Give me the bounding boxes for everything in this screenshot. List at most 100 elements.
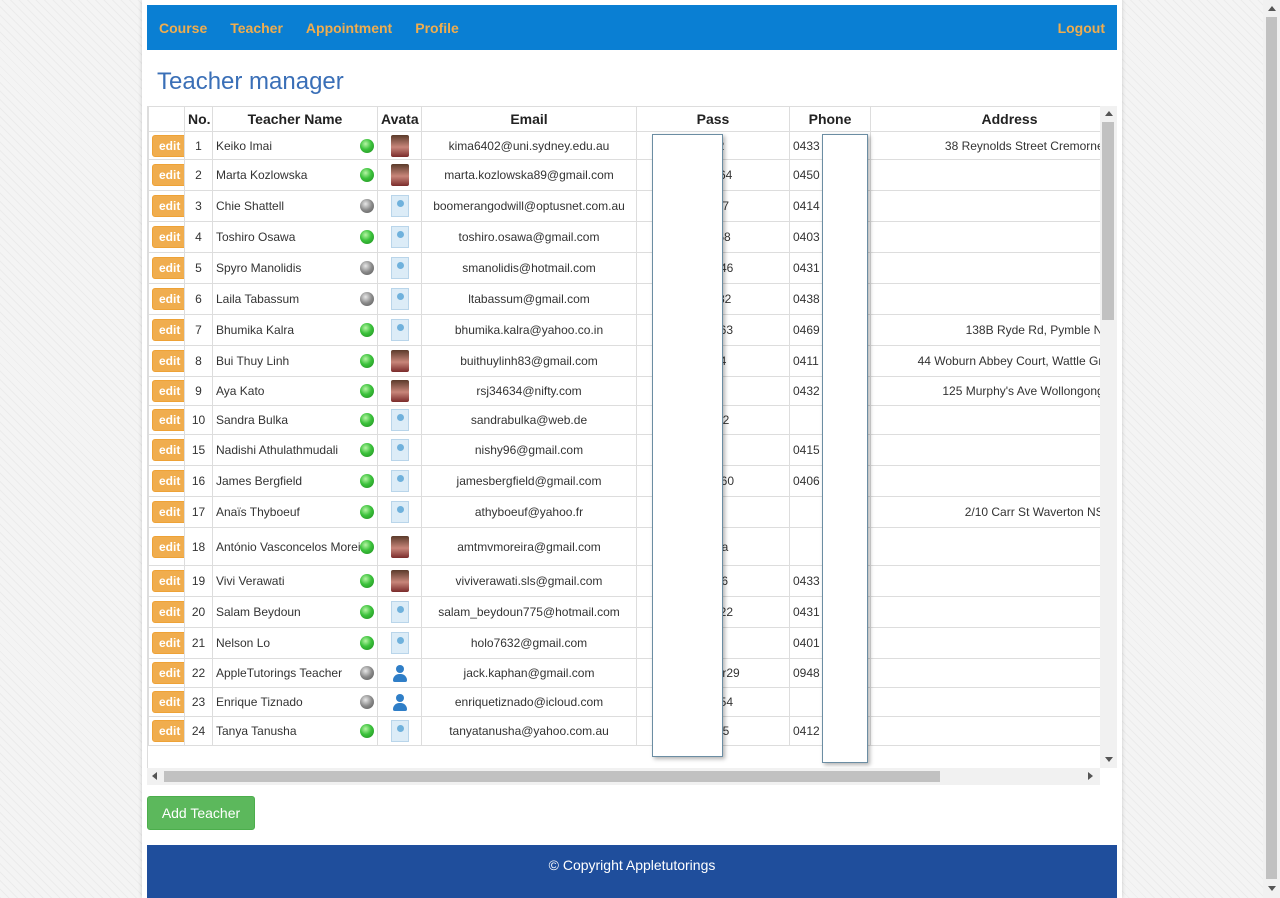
teacher-name: Aya Kato (216, 384, 265, 398)
avatar (390, 501, 409, 523)
edit-button[interactable]: edit (152, 720, 184, 742)
status-online-icon (360, 539, 374, 554)
edit-button[interactable]: edit (152, 601, 184, 623)
nav-teacher[interactable]: Teacher (228, 20, 285, 36)
address-cell (870, 658, 1100, 688)
teacher-name: Vivi Verawati (216, 574, 285, 588)
edit-cell: edit (148, 465, 185, 497)
avatar-cell (377, 314, 422, 346)
email-cell: jamesbergfield@gmail.com (421, 465, 637, 497)
edit-button[interactable]: edit (152, 288, 184, 310)
email-cell: sandrabulka@web.de (421, 405, 637, 435)
status-online-icon (360, 443, 374, 457)
edit-button[interactable]: edit (152, 319, 184, 341)
edit-button[interactable]: edit (152, 380, 184, 402)
scroll-down-arrow-icon[interactable] (1105, 757, 1113, 762)
edit-button[interactable]: edit (152, 350, 184, 372)
edit-button[interactable]: edit (152, 195, 184, 217)
status-online-icon (360, 724, 374, 738)
teacher-name: Tanya Tanusha (216, 724, 297, 738)
table-row: edit9Aya Katorsj34634@nifty.com155043212… (148, 376, 1100, 406)
scroll-left-arrow-icon[interactable] (152, 772, 157, 780)
edit-button[interactable]: edit (152, 662, 184, 684)
avatar (390, 380, 409, 402)
edit-cell: edit (148, 596, 185, 628)
avatar (390, 720, 409, 742)
add-teacher-button[interactable]: Add Teacher (147, 796, 255, 830)
edit-button[interactable]: edit (152, 164, 184, 186)
edit-button[interactable]: edit (152, 134, 184, 157)
status-offline-icon (360, 261, 374, 275)
window-scroll-thumb[interactable] (1266, 17, 1277, 879)
teacher-table: No. Teacher Name Avata Email Pass Phone … (148, 106, 1100, 746)
edit-cell: edit (148, 314, 185, 346)
avatar-cell (377, 627, 422, 659)
teacher-name: Keiko Imai (216, 138, 273, 153)
logout-link[interactable]: Logout (1056, 20, 1107, 36)
nav-appointment[interactable]: Appointment (304, 20, 394, 36)
scroll-right-arrow-icon[interactable] (1088, 772, 1093, 780)
nav-course[interactable]: Course (157, 20, 209, 36)
avatar (390, 691, 409, 713)
status-online-icon (360, 574, 374, 588)
table-horizontal-scrollbar[interactable] (147, 768, 1100, 785)
edit-button[interactable]: edit (152, 257, 184, 279)
table-row: edit21Nelson Loholo7632@gmail.como240401 (148, 627, 1100, 659)
teacher-name-cell: Laila Tabassum (212, 283, 378, 315)
edit-button[interactable]: edit (152, 470, 184, 492)
vertical-scroll-thumb[interactable] (1102, 122, 1114, 320)
status-online-icon (360, 605, 374, 619)
avatar-cell (377, 496, 422, 528)
teacher-name-cell: Anaïs Thyboeuf (212, 496, 378, 528)
avatar (390, 288, 409, 310)
row-number: 2 (184, 159, 213, 191)
email-cell: enriquetiznado@icloud.com (421, 687, 637, 717)
avatar-cell (377, 345, 422, 377)
table-vertical-scrollbar[interactable] (1100, 106, 1117, 768)
teacher-name-cell: AppleTutorings Teacher (212, 658, 378, 688)
status-online-icon (360, 474, 374, 488)
table-body: edit 1 Keiko Imai kima6402@uni.sydney.edu.a… (148, 131, 1100, 746)
table-row: edit 19 Vivi Verawati viviverawati.sls@gmai… (148, 565, 1100, 597)
edit-cell: edit (148, 627, 185, 659)
edit-button[interactable]: edit (152, 570, 184, 592)
table-row: edit 20 Salam Beydoun salam_beydoun775@hotm… (148, 596, 1100, 628)
edit-cell: edit (148, 716, 185, 746)
edit-button[interactable]: edit (152, 226, 184, 248)
teacher-name-cell: James Bergfield (212, 465, 378, 497)
email-cell: kima6402@uni.sydney.edu.au (421, 131, 637, 160)
teacher-name: Salam Beydoun (216, 605, 301, 619)
edit-button[interactable]: edit (152, 691, 184, 713)
status-online-icon (360, 384, 374, 398)
edit-button[interactable]: edit (152, 535, 184, 558)
table-row: edit 23 Enrique Tiznado enriquetiznado@iclo… (148, 687, 1100, 717)
table-header-row: No. Teacher Name Avata Email Pass Phone … (148, 106, 1100, 132)
table-row: edit 16 James Bergfield jamesbergfield@gmai… (148, 465, 1100, 497)
window-scrollbar[interactable] (1263, 0, 1280, 898)
window-scroll-down-icon[interactable] (1268, 886, 1276, 891)
header-actions (148, 106, 185, 132)
edit-button[interactable]: edit (152, 409, 184, 431)
table-row: edit 18 António Vasconcelos Moreira amtmvmo… (148, 527, 1100, 566)
avatar (390, 195, 409, 217)
address-cell (870, 159, 1100, 191)
horizontal-scroll-thumb[interactable] (164, 771, 940, 782)
edit-button[interactable]: edit (152, 439, 184, 461)
scroll-up-arrow-icon[interactable] (1105, 111, 1113, 116)
table-row: edit 8 Bui Thuy Linh buithuylinh83@gmail.co… (148, 345, 1100, 377)
email-cell: smanolidis@hotmail.com (421, 252, 637, 284)
avatar-cell (377, 687, 422, 717)
avatar (390, 409, 409, 431)
edit-button[interactable]: edit (152, 632, 184, 654)
edit-button[interactable]: edit (152, 501, 184, 523)
window-scroll-up-icon[interactable] (1268, 6, 1276, 11)
avatar-cell (377, 131, 422, 160)
email-cell: toshiro.osawa@gmail.com (421, 221, 637, 253)
nav-profile[interactable]: Profile (413, 20, 461, 36)
status-online-icon (360, 354, 374, 368)
teacher-name-cell: Tanya Tanusha (212, 716, 378, 746)
address-cell (870, 190, 1100, 222)
teacher-name-cell: Chie Shattell (212, 190, 378, 222)
address-cell: 38 Reynolds Street Cremorne NSW 2 (870, 131, 1100, 160)
avatar-cell (377, 565, 422, 597)
